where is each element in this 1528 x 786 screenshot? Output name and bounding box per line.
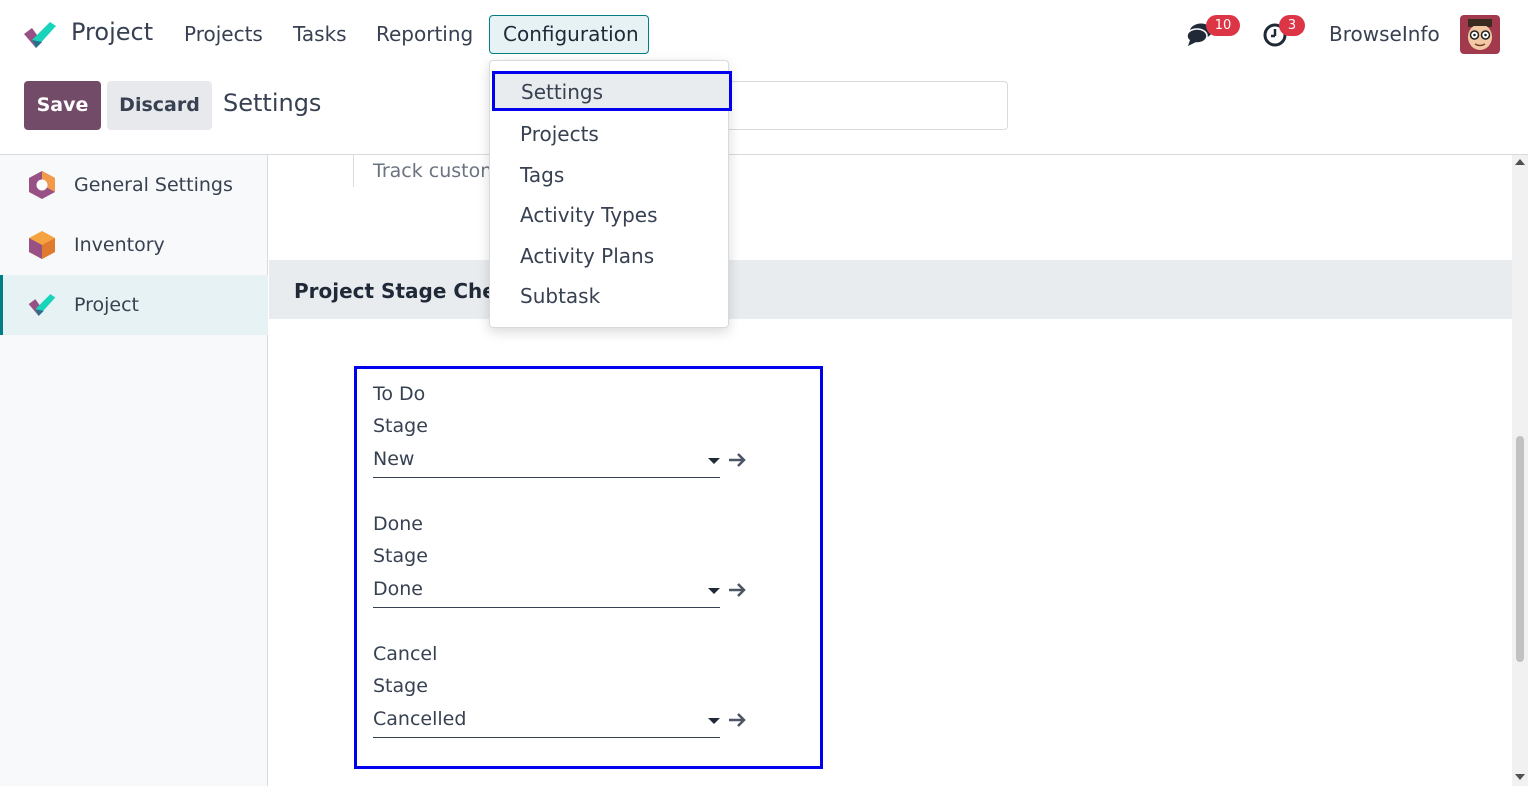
menu-tasks[interactable]: Tasks (293, 22, 347, 46)
todo-stage-select[interactable]: New (373, 448, 414, 470)
menu-item-tags[interactable]: Tags (490, 155, 728, 195)
content-scrollbar[interactable] (1512, 155, 1528, 786)
menu-item-activity-plans[interactable]: Activity Plans (490, 236, 728, 276)
scrollbar-thumb[interactable] (1516, 436, 1524, 662)
todo-stage-underline (373, 477, 720, 478)
setting-divider (353, 155, 354, 187)
track-setting-text: Track custon (373, 160, 493, 182)
done-stage-label: Stage (373, 545, 428, 567)
cancel-stage-label: Stage (373, 675, 428, 697)
menu-projects[interactable]: Projects (184, 22, 263, 46)
scroll-up-icon[interactable] (1515, 159, 1525, 165)
messages-badge: 10 (1206, 15, 1240, 36)
cancel-title: Cancel (373, 643, 438, 665)
cancel-stage-underline (373, 737, 720, 738)
user-avatar[interactable] (1460, 15, 1500, 54)
menu-reporting[interactable]: Reporting (376, 22, 473, 46)
menu-configuration[interactable]: Configuration (489, 15, 649, 54)
inventory-icon (29, 231, 55, 259)
arrow-right-icon[interactable] (727, 452, 747, 468)
chevron-down-icon[interactable] (708, 458, 720, 464)
menu-item-activity-types[interactable]: Activity Types (490, 195, 728, 235)
todo-title: To Do (373, 383, 426, 405)
search-input[interactable] (700, 81, 1008, 130)
configuration-dropdown-menu: Settings Projects Tags Activity Types Ac… (489, 60, 732, 328)
sidebar-item-inventory[interactable]: Inventory (0, 215, 268, 275)
arrow-right-icon[interactable] (727, 582, 747, 598)
chevron-down-icon[interactable] (708, 588, 720, 594)
project-icon (28, 294, 56, 316)
sidebar-item-label: Project (74, 294, 140, 316)
chevron-down-icon[interactable] (708, 718, 720, 724)
sidebar-item-project[interactable]: Project (0, 275, 268, 335)
done-stage-select[interactable]: Done (373, 578, 423, 600)
sidebar-item-label: General Settings (74, 174, 233, 196)
sidebar-item-label: Inventory (74, 234, 165, 256)
settings-sidebar: General Settings Inventory Project (0, 155, 268, 786)
activities-badge: 3 (1279, 15, 1305, 36)
section-title: Project Stage Chec (294, 279, 508, 303)
user-name[interactable]: BrowseInfo (1329, 22, 1440, 46)
cancel-stage-select[interactable]: Cancelled (373, 708, 466, 730)
page-title: Settings (223, 89, 322, 117)
settings-content: Track custon Project Stage Chec To Do St… (269, 155, 1512, 786)
top-navbar: Project Projects Tasks Reporting Configu… (0, 0, 1528, 68)
menu-item-projects[interactable]: Projects (490, 114, 728, 154)
scroll-down-icon[interactable] (1515, 774, 1525, 780)
project-app-logo-icon[interactable] (22, 20, 58, 50)
sidebar-item-general-settings[interactable]: General Settings (0, 155, 268, 215)
menu-item-subtask[interactable]: Subtask (490, 276, 728, 316)
done-title: Done (373, 513, 423, 535)
arrow-right-icon[interactable] (727, 712, 747, 728)
todo-stage-label: Stage (373, 415, 428, 437)
menu-item-settings[interactable]: Settings (492, 71, 732, 111)
done-stage-underline (373, 607, 720, 608)
section-header: Project Stage Chec (269, 260, 1512, 319)
save-button[interactable]: Save (24, 81, 101, 130)
general-settings-icon (29, 171, 55, 199)
discard-button[interactable]: Discard (107, 81, 212, 130)
app-name[interactable]: Project (71, 18, 153, 46)
